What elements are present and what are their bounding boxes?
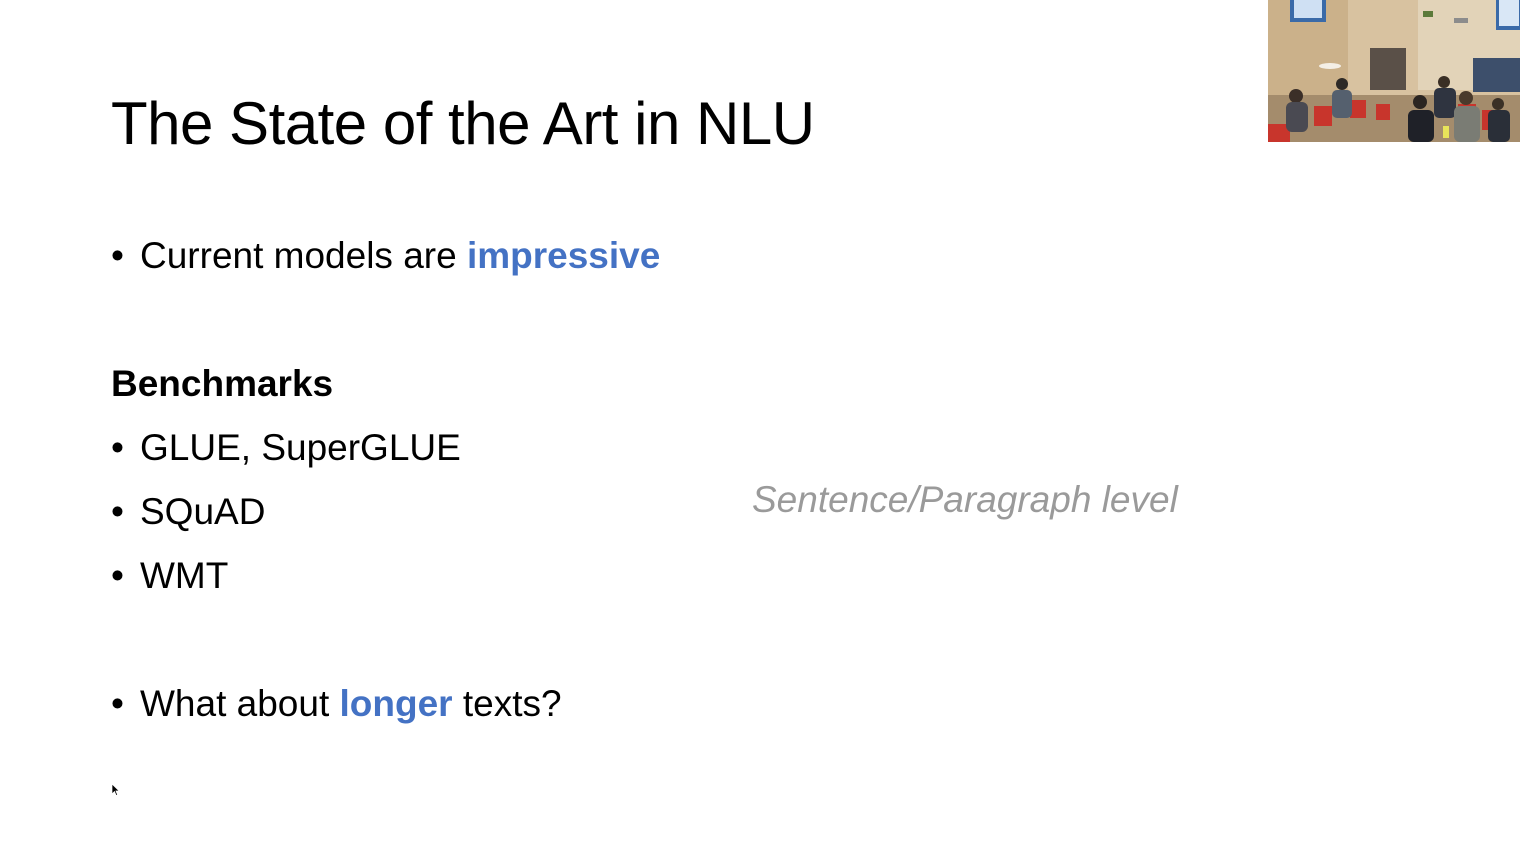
benchmark-label: GLUE, SuperGLUE [140,427,461,468]
benchmarks-heading: Benchmarks [111,363,334,404]
question-prefix: What about [140,683,340,724]
lecture-room-image [1268,0,1520,142]
mouse-pointer-icon [112,784,120,796]
bullet-dot: • [111,491,124,532]
slide-title: The State of the Art in NLU [111,90,815,157]
emphasis-longer: longer [339,683,453,724]
presentation-slide: The State of the Art in NLU • Current mod… [0,0,1520,857]
sentence-paragraph-note: Sentence/Paragraph level [752,479,1178,520]
benchmark-item: • SQuAD [111,489,265,535]
bullet-current-models: • Current models are impressive [111,233,660,279]
benchmark-item: • WMT [111,553,228,599]
bullet-dot: • [111,235,124,276]
speaker-video-inset [1268,0,1520,142]
benchmark-label: SQuAD [140,491,266,532]
emphasis-impressive: impressive [466,235,661,276]
bullet-dot: • [111,683,124,724]
bullet-dot: • [111,427,124,468]
question-suffix: texts? [452,683,562,724]
bullet-dot: • [111,555,124,596]
bullet-longer-texts: • What about longer texts? [111,681,562,727]
benchmark-item: • GLUE, SuperGLUE [111,425,461,471]
bullet-text: Current models are [140,235,467,276]
benchmark-label: WMT [140,555,229,596]
